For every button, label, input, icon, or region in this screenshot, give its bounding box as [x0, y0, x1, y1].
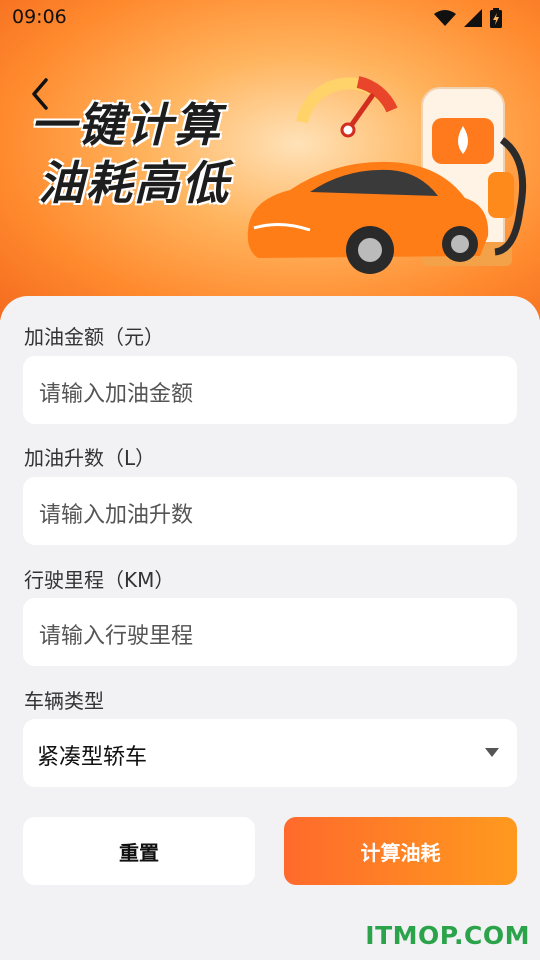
status-time: 09:06 [12, 6, 67, 28]
car-fuel-illustration [247, 76, 527, 274]
hero-banner: 09:06 一键计算 油耗高低 [0, 0, 540, 320]
wifi-icon [434, 10, 456, 26]
vehicle-type-label: 车辆类型 [24, 689, 104, 713]
distance-placeholder: 请输入行驶里程 [39, 624, 194, 649]
liters-label: 加油升数（L） [24, 446, 156, 470]
dropdown-arrow-icon [485, 748, 499, 757]
gauge-icon [296, 76, 398, 138]
vehicle-type-select[interactable]: 紧凑型轿车 [23, 719, 517, 787]
vehicle-type-value: 紧凑型轿车 [37, 745, 148, 770]
amount-placeholder: 请输入加油金额 [39, 382, 194, 407]
amount-label: 加油金额（元） [24, 325, 164, 349]
calculate-button[interactable]: 计算油耗 [284, 817, 517, 885]
distance-label: 行驶里程（KM） [24, 568, 175, 592]
battery-icon [490, 8, 502, 28]
status-icons [434, 8, 502, 28]
status-bar: 09:06 [0, 0, 540, 36]
distance-input[interactable]: 请输入行驶里程 [23, 598, 517, 666]
watermark: ITMOP.COM [365, 921, 530, 950]
amount-input[interactable]: 请输入加油金额 [23, 356, 517, 424]
liters-placeholder: 请输入加油升数 [39, 503, 194, 528]
reset-button[interactable]: 重置 [23, 817, 255, 885]
signal-icon [464, 9, 482, 27]
liters-input[interactable]: 请输入加油升数 [23, 477, 517, 545]
